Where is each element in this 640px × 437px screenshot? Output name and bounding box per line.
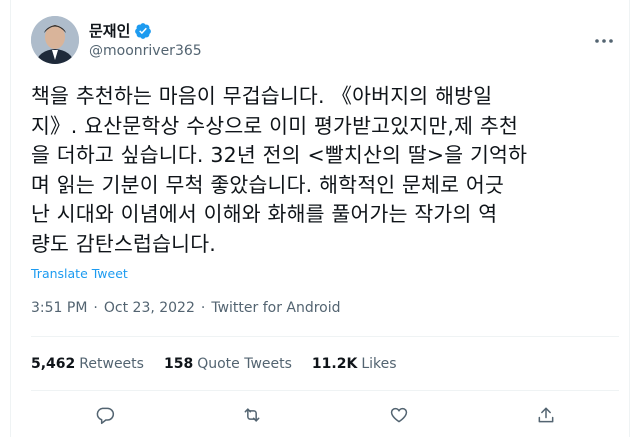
tweet-source[interactable]: Twitter for Android [211, 300, 340, 316]
tweet-meta: 3:51 PM · Oct 23, 2022 · Twitter for And… [31, 300, 341, 316]
tweet-text-line: 난 시대와 이념에서 이해와 화해를 풀어가는 작가의 역 [31, 202, 498, 227]
tweet-text-line: 책을 추천하는 마음이 무겁습니다. 《아버지의 해방일 [31, 84, 493, 108]
tweet-text: 책을 추천하는 마음이 무겁습니다. 《아버지의 해방일 지》. 요산문학상 수… [31, 82, 621, 260]
retweet-icon[interactable] [241, 404, 263, 426]
divider [31, 390, 619, 391]
likes-stat[interactable]: 11.2K Likes [312, 356, 397, 372]
share-icon[interactable] [535, 404, 557, 426]
reply-icon[interactable] [94, 404, 116, 426]
tweet-time[interactable]: 3:51 PM [31, 300, 87, 316]
likes-count: 11.2K [311, 356, 358, 372]
meta-separator: · [93, 300, 98, 316]
quote-tweets-label: Quote Tweets [197, 356, 292, 372]
tweet-date[interactable]: Oct 23, 2022 [104, 300, 195, 316]
display-name[interactable]: 문재인 [89, 20, 130, 41]
tweet-text-line: 량도 감탄스럽습니다. [31, 231, 216, 256]
retweets-count: 5,462 [31, 356, 76, 372]
user-handle[interactable]: @moonriver365 [89, 43, 202, 59]
meta-separator: · [200, 300, 206, 316]
likes-label: Likes [361, 356, 397, 372]
avatar[interactable] [31, 16, 79, 64]
retweets-label: Retweets [79, 356, 144, 372]
more-options-icon[interactable] [593, 30, 615, 52]
like-icon[interactable] [388, 404, 410, 426]
tweet-text-line: 을 더하고 싶습니다. 32년 전의 <빨치산의 딸>을 기억하 [31, 143, 528, 168]
quote-tweets-stat[interactable]: 158 Quote Tweets [164, 356, 292, 372]
retweets-stat[interactable]: 5,462 Retweets [31, 356, 144, 372]
quote-tweets-count: 158 [163, 356, 194, 372]
divider [31, 336, 619, 337]
verified-badge-icon [134, 22, 152, 40]
tweet-actions [31, 400, 619, 430]
tweet-header: 문재인 @moonriver365 [31, 12, 629, 72]
tweet-card: 문재인 @moonriver365 책을 추천하는 마음이 무겁습니다. 《아버… [10, 0, 630, 437]
tweet-text-line: 며 읽는 기분이 무척 좋았습니다. 해학적인 문체로 어긋 [31, 172, 505, 197]
name-row: 문재인 [89, 20, 152, 41]
translate-tweet-link[interactable]: Translate Tweet [31, 266, 128, 281]
tweet-stats: 5,462 Retweets 158 Quote Tweets 11.2K Likes [31, 356, 397, 372]
tweet-text-line: 지》. 요산문학상 수상으로 이미 평가받고있지만,제 추천 [31, 113, 519, 138]
